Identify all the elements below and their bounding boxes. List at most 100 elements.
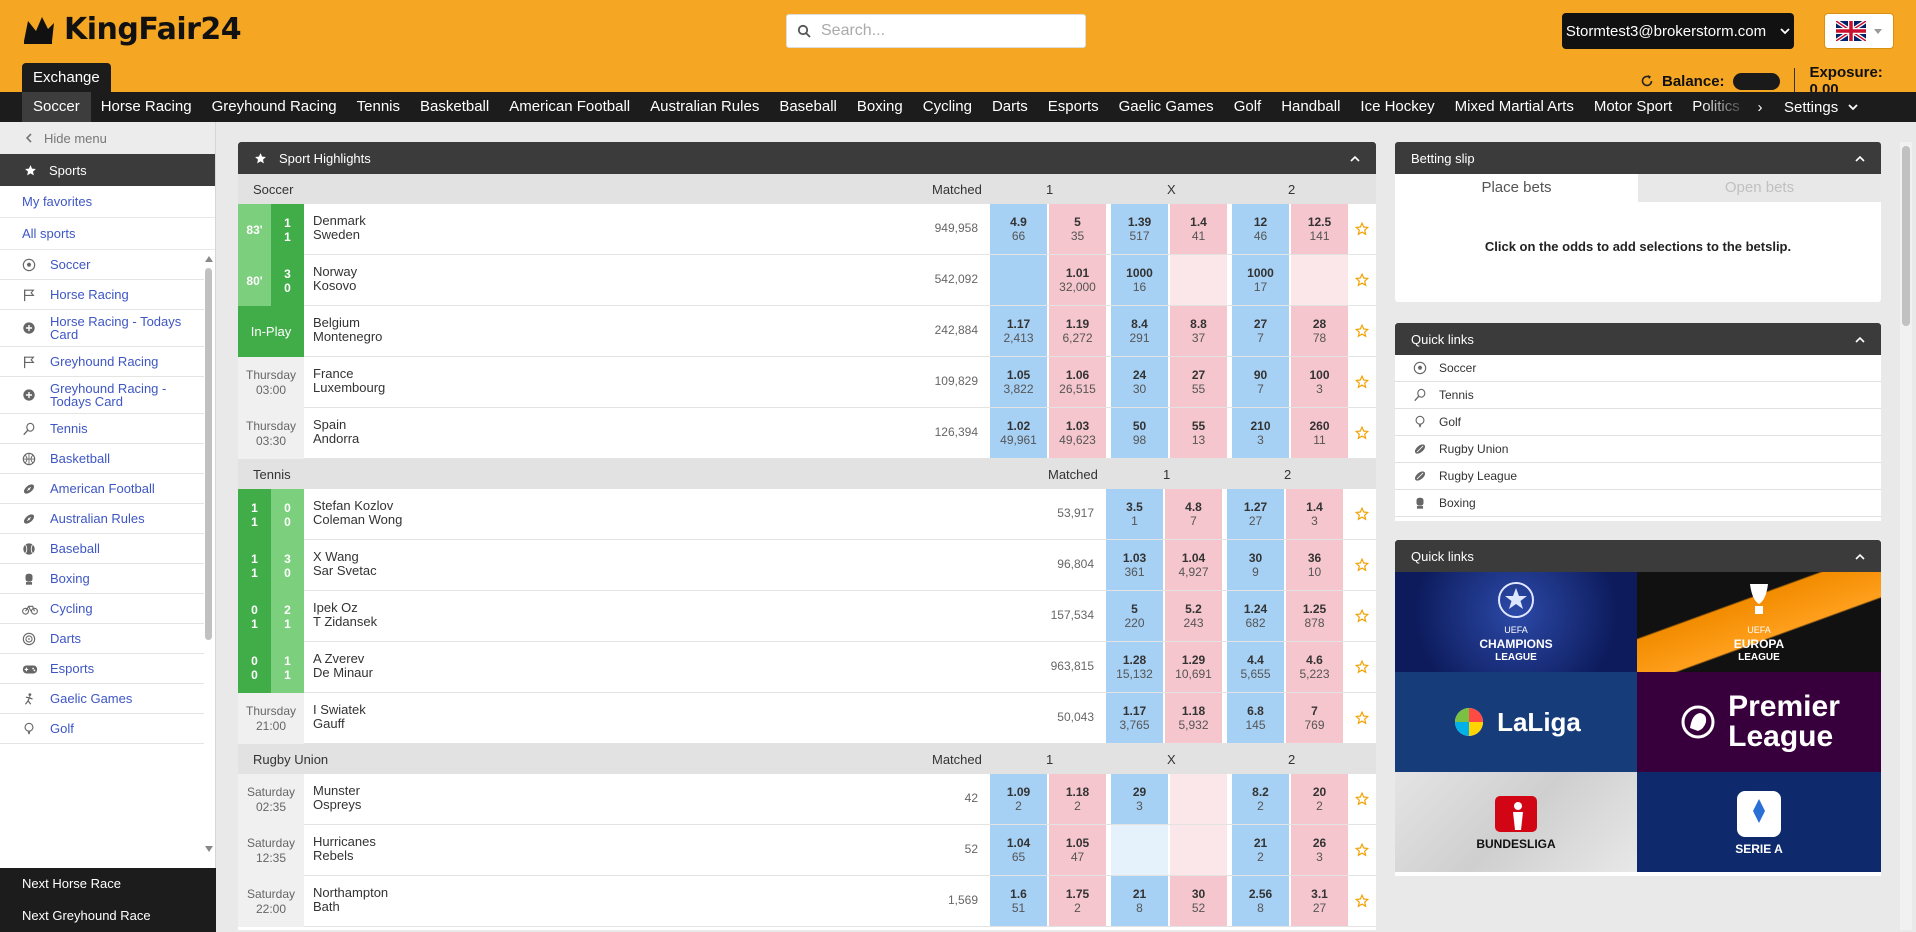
back-odds-button[interactable]: 5 220 bbox=[1106, 591, 1163, 641]
section-sport-name[interactable]: Soccer bbox=[253, 182, 293, 197]
back-odds-button[interactable]: 210 3 bbox=[1232, 408, 1289, 458]
nav-item-ice-hockey[interactable]: Ice Hockey bbox=[1350, 92, 1444, 122]
quick-link-golf[interactable]: Golf bbox=[1395, 409, 1881, 436]
lay-odds-button[interactable]: 1.19 6,272 bbox=[1049, 306, 1106, 356]
lay-odds-button[interactable] bbox=[1170, 255, 1227, 305]
league-links-header[interactable]: Quick links bbox=[1395, 540, 1881, 572]
sidebar-item-darts[interactable]: Darts bbox=[0, 624, 204, 654]
back-odds-button[interactable]: 29 3 bbox=[1111, 774, 1168, 824]
chevron-up-icon[interactable] bbox=[1855, 336, 1865, 343]
event-row[interactable]: 1 1 0 0 Stefan Kozlov Coleman Wong 53,917 3.5 1 4… bbox=[238, 489, 1376, 540]
back-odds-button[interactable]: 1.05 3,822 bbox=[990, 357, 1047, 407]
nav-item-american-football[interactable]: American Football bbox=[499, 92, 640, 122]
back-odds-button[interactable]: 1.39 517 bbox=[1111, 204, 1168, 254]
event-row[interactable]: 0011A Zverev De Minaur 963,815 1.28 15,132 1.… bbox=[238, 642, 1376, 693]
nav-item-motor-sport[interactable]: Motor Sport bbox=[1584, 92, 1682, 122]
event-teams[interactable]: Belgium Montenegro bbox=[313, 316, 382, 344]
quick-link-soccer[interactable]: Soccer bbox=[1395, 355, 1881, 382]
lay-odds-button[interactable]: 1.4 3 bbox=[1286, 489, 1343, 539]
favorite-star-icon[interactable] bbox=[1348, 204, 1376, 254]
favorite-star-icon[interactable] bbox=[1348, 489, 1376, 539]
back-odds-button[interactable]: 8.4 291 bbox=[1111, 306, 1168, 356]
premier-league-tile[interactable]: Premier League bbox=[1637, 672, 1881, 772]
lay-odds-button[interactable]: 3.1 27 bbox=[1291, 876, 1348, 926]
event-row[interactable]: Thursday 03:30 Spain Andorra 126,394 1.02 49,9… bbox=[238, 408, 1376, 459]
back-odds-button[interactable]: 1.6 51 bbox=[990, 876, 1047, 926]
lay-odds-button[interactable]: 27 55 bbox=[1170, 357, 1227, 407]
favorite-star-icon[interactable] bbox=[1348, 357, 1376, 407]
sidebar-item-greyhound-racing[interactable]: Greyhound Racing bbox=[0, 347, 204, 377]
favorite-star-icon[interactable] bbox=[1348, 306, 1376, 356]
back-odds-button[interactable]: 1000 16 bbox=[1111, 255, 1168, 305]
back-odds-button[interactable] bbox=[990, 255, 1047, 305]
favorite-star-icon[interactable] bbox=[1348, 774, 1376, 824]
nav-item-horse-racing[interactable]: Horse Racing bbox=[91, 92, 202, 122]
sidebar-item-boxing[interactable]: Boxing bbox=[0, 564, 204, 594]
chevron-up-icon[interactable] bbox=[1855, 553, 1865, 560]
europa-league-tile[interactable]: UEFA EUROPA LEAGUE bbox=[1637, 572, 1881, 672]
back-odds-button[interactable]: 90 7 bbox=[1232, 357, 1289, 407]
quick-links-header[interactable]: Quick links bbox=[1395, 323, 1881, 355]
sidebar-item-cycling[interactable]: Cycling bbox=[0, 594, 204, 624]
champions-league-tile[interactable]: UEFA CHAMPIONS LEAGUE bbox=[1395, 572, 1637, 672]
search-input[interactable] bbox=[821, 22, 1061, 40]
betslip-header[interactable]: Betting slip bbox=[1395, 142, 1881, 174]
favorite-star-icon[interactable] bbox=[1348, 591, 1376, 641]
hide-menu-button[interactable]: Hide menu bbox=[0, 122, 215, 154]
event-teams[interactable]: Munster Ospreys bbox=[313, 784, 361, 812]
lay-odds-button[interactable]: 30 52 bbox=[1170, 876, 1227, 926]
back-odds-button[interactable]: 1.17 2,413 bbox=[990, 306, 1047, 356]
event-teams[interactable]: Stefan Kozlov Coleman Wong bbox=[313, 499, 402, 527]
nav-item-golf[interactable]: Golf bbox=[1224, 92, 1272, 122]
back-odds-button[interactable]: 2.56 8 bbox=[1232, 876, 1289, 926]
settings-menu[interactable]: Settings bbox=[1784, 99, 1858, 116]
event-teams[interactable]: Norway Kosovo bbox=[313, 265, 357, 293]
nav-item-cycling[interactable]: Cycling bbox=[913, 92, 982, 122]
next-greyhound-race[interactable]: Next Greyhound Race bbox=[0, 900, 216, 932]
back-odds-button[interactable]: 30 9 bbox=[1227, 540, 1284, 590]
event-row[interactable]: 0 1 2 1 Ipek Oz T Zidansek 157,534 5 220 5.2 243 1.… bbox=[238, 591, 1376, 642]
lay-odds-button[interactable]: 1.75 2 bbox=[1049, 876, 1106, 926]
event-row[interactable]: Saturday 22:00 Northampton Bath 1,569 1.6 51 1.… bbox=[238, 876, 1376, 927]
back-odds-button[interactable]: 12 46 bbox=[1232, 204, 1289, 254]
back-odds-button[interactable]: 1.17 3,765 bbox=[1106, 693, 1163, 743]
lay-odds-button[interactable]: 8.8 37 bbox=[1170, 306, 1227, 356]
lay-odds-button[interactable]: 1.29 10,691 bbox=[1165, 642, 1222, 692]
back-odds-button[interactable]: 1.09 2 bbox=[990, 774, 1047, 824]
back-odds-button[interactable]: 4.9 66 bbox=[990, 204, 1047, 254]
back-odds-button[interactable]: 1.04 65 bbox=[990, 825, 1047, 875]
sidebar-item-soccer[interactable]: Soccer bbox=[0, 250, 204, 280]
event-teams[interactable]: I Swiatek Gauff bbox=[313, 703, 366, 731]
search-box[interactable] bbox=[786, 14, 1086, 48]
highlights-header[interactable]: Sport Highlights bbox=[238, 142, 1376, 174]
sidebar-scroll-thumb[interactable] bbox=[205, 268, 212, 640]
lay-odds-button[interactable]: 4.6 5,223 bbox=[1286, 642, 1343, 692]
event-row[interactable]: 1130X Wang Sar Svetac 96,804 1.03 361 1.04 4,9… bbox=[238, 540, 1376, 591]
nav-item-australian-rules[interactable]: Australian Rules bbox=[640, 92, 769, 122]
user-menu-button[interactable]: Stormtest3@brokerstorm.com bbox=[1562, 13, 1794, 49]
sidebar-my-favorites[interactable]: My favorites bbox=[0, 186, 215, 218]
nav-item-boxing[interactable]: Boxing bbox=[847, 92, 913, 122]
event-row[interactable]: Saturday 12:35 Hurricanes Rebels 52 1.04 65 1.0… bbox=[238, 825, 1376, 876]
lay-odds-button[interactable]: 55 13 bbox=[1170, 408, 1227, 458]
favorite-star-icon[interactable] bbox=[1348, 825, 1376, 875]
lay-odds-button[interactable]: 26 3 bbox=[1291, 825, 1348, 875]
section-sport-name[interactable]: Rugby Union bbox=[253, 752, 328, 767]
favorite-star-icon[interactable] bbox=[1348, 642, 1376, 692]
sidebar-scrollbar[interactable] bbox=[203, 256, 213, 852]
quick-link-tennis[interactable]: Tennis bbox=[1395, 382, 1881, 409]
nav-item-soccer[interactable]: Soccer bbox=[22, 92, 91, 122]
event-row[interactable]: Thursday 21:00 I Swiatek Gauff 50,043 1.17 3,7… bbox=[238, 693, 1376, 744]
lay-odds-button[interactable]: 4.8 7 bbox=[1165, 489, 1222, 539]
favorite-star-icon[interactable] bbox=[1348, 255, 1376, 305]
language-button[interactable] bbox=[1824, 13, 1894, 49]
lay-odds-button[interactable]: 100 3 bbox=[1291, 357, 1348, 407]
nav-item-esports[interactable]: Esports bbox=[1038, 92, 1109, 122]
event-row[interactable]: Saturday 02:35 Munster Ospreys 42 1.09 2 1.18 2 2… bbox=[238, 774, 1376, 825]
back-odds-button[interactable]: 24 30 bbox=[1111, 357, 1168, 407]
event-teams[interactable]: X Wang Sar Svetac bbox=[313, 550, 377, 578]
event-row[interactable]: Thursday 03:00 France Luxembourg 109,829 1.05… bbox=[238, 357, 1376, 408]
lay-odds-button[interactable]: 5 35 bbox=[1049, 204, 1106, 254]
lay-odds-button[interactable]: 260 11 bbox=[1291, 408, 1348, 458]
back-odds-button[interactable]: 1000 17 bbox=[1232, 255, 1289, 305]
